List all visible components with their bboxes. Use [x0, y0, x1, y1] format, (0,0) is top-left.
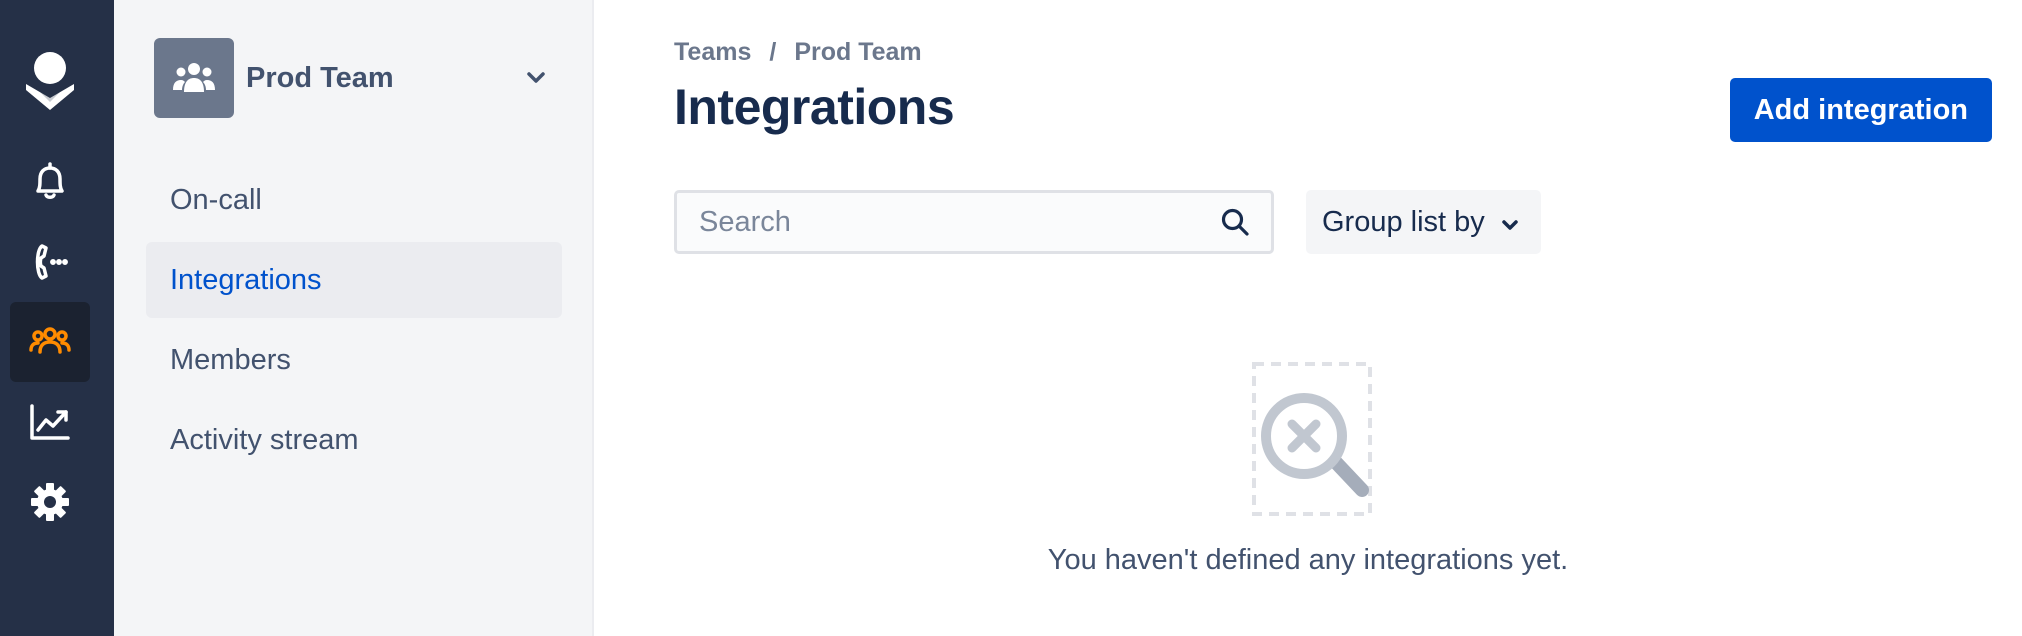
- add-integration-button[interactable]: Add integration: [1729, 78, 1992, 142]
- group-list-by-dropdown[interactable]: Group list by: [1306, 190, 1541, 254]
- global-nav-rail: [0, 0, 114, 636]
- no-results-magnifier-icon: [1238, 360, 1378, 520]
- alerts-nav-button[interactable]: [10, 142, 90, 222]
- breadcrumb-separator: /: [769, 38, 777, 66]
- settings-nav-button[interactable]: [10, 462, 90, 542]
- sidebar-item-members[interactable]: Members: [146, 322, 562, 398]
- analytics-nav-button[interactable]: [10, 382, 90, 462]
- sidebar-item-label: Integrations: [170, 263, 322, 296]
- breadcrumb-current-team-link[interactable]: Prod Team: [794, 38, 921, 67]
- phone-icon: [28, 240, 72, 284]
- group-list-by-label: Group list by: [1322, 205, 1485, 238]
- sidebar-item-label: On-call: [170, 183, 262, 216]
- sidebar-item-label: Members: [170, 343, 291, 376]
- team-sidebar: Prod Team On-call Integrations Members A…: [114, 0, 594, 636]
- heartbeats-nav-button[interactable]: [10, 222, 90, 302]
- sidebar-item-label: Activity stream: [170, 423, 359, 456]
- sidebar-item-integrations[interactable]: Integrations: [146, 242, 562, 318]
- page-title: Integrations: [674, 79, 955, 135]
- analytics-icon: [28, 400, 72, 444]
- sidebar-item-activity-stream[interactable]: Activity stream: [146, 402, 562, 478]
- empty-state-message: You haven't defined any integrations yet…: [1047, 544, 1569, 576]
- search-icon[interactable]: [1219, 206, 1251, 238]
- chevron-down-icon: [1501, 206, 1519, 239]
- breadcrumb-teams-link[interactable]: Teams: [674, 38, 751, 67]
- sidebar-item-on-call[interactable]: On-call: [146, 162, 562, 238]
- team-name: Prod Team: [246, 61, 394, 94]
- teams-icon: [28, 320, 72, 364]
- home-logo-button[interactable]: [10, 40, 90, 120]
- search-input[interactable]: [699, 205, 1219, 239]
- opsgenie-logo-icon: [22, 48, 78, 112]
- team-switcher[interactable]: Prod Team: [154, 38, 554, 118]
- teams-nav-button[interactable]: [10, 302, 90, 382]
- chevron-down-icon[interactable]: [518, 60, 554, 96]
- team-group-icon: [173, 63, 215, 92]
- gear-icon: [28, 480, 72, 524]
- search-field[interactable]: [674, 190, 1274, 254]
- main-content: Teams / Prod Team Integrations Add integ…: [594, 0, 2022, 636]
- team-avatar: [154, 38, 234, 118]
- breadcrumb: Teams / Prod Team: [674, 38, 922, 67]
- empty-state: You haven't defined any integrations yet…: [594, 360, 2022, 577]
- bell-icon: [28, 160, 72, 204]
